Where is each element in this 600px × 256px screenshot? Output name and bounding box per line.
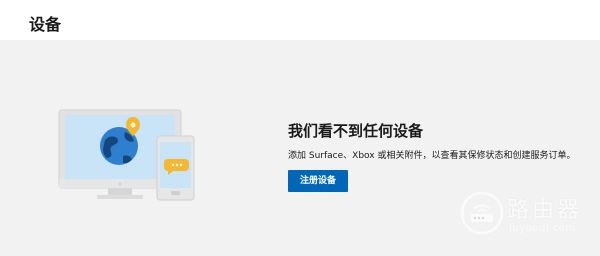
- watermark-domain: luyouqi.com: [509, 223, 576, 234]
- page-title: 设备: [29, 15, 62, 34]
- devices-illustration: [58, 109, 195, 201]
- page-header: 设备: [0, 0, 600, 40]
- empty-state-title: 我们看不到任何设备: [288, 122, 424, 140]
- empty-state-description: 添加 Surface、Xbox 或相关附件，以查看其保修状态和创建服务订单。: [288, 151, 576, 161]
- empty-state: 我们看不到任何设备 添加 Surface、Xbox 或相关附件，以查看其保修状态…: [288, 121, 588, 192]
- watermark: 路由器 luyouqi.com: [457, 186, 597, 246]
- register-device-button[interactable]: 注册设备: [288, 170, 349, 192]
- watermark-brand: 路由器: [507, 198, 583, 223]
- router-logo-icon: [460, 191, 504, 235]
